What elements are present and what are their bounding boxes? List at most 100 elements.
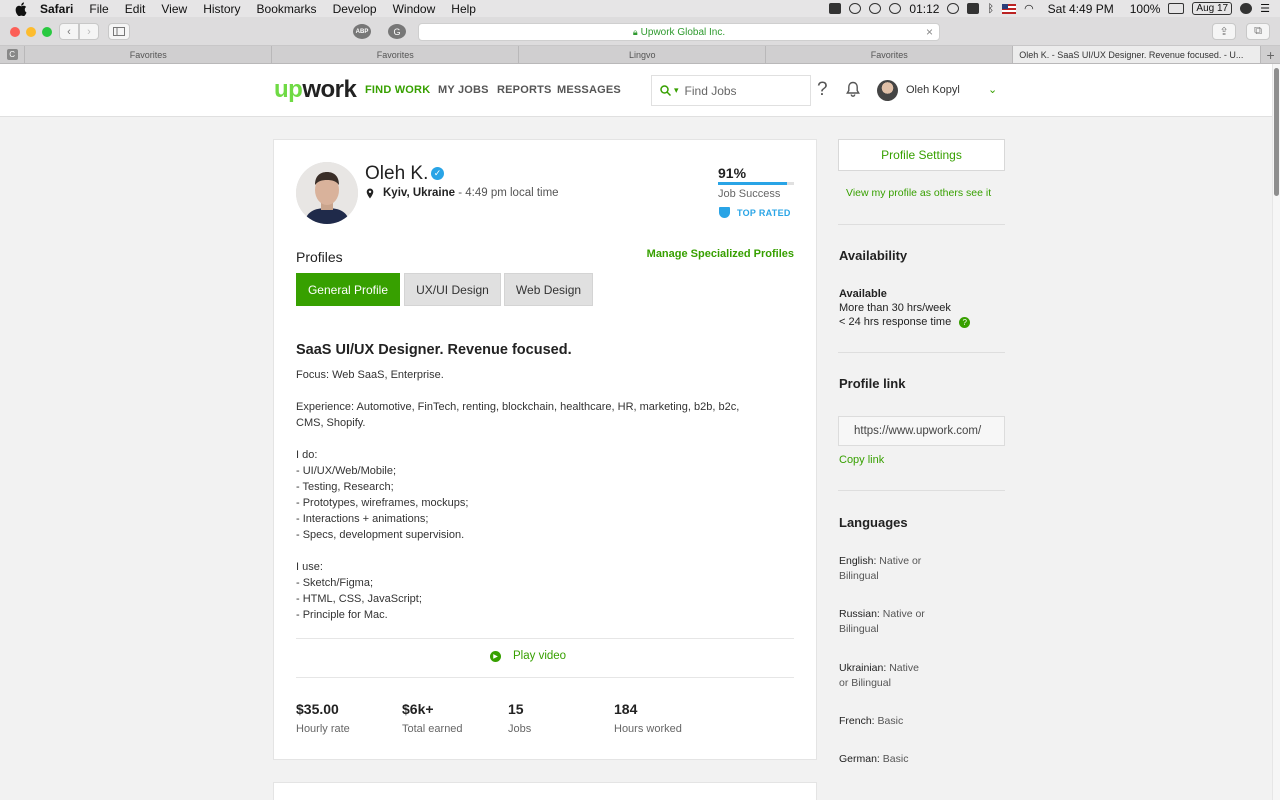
- chevron-left-icon: ‹: [67, 25, 71, 38]
- menu-app-safari[interactable]: Safari: [40, 2, 73, 16]
- page-scrollbar[interactable]: [1272, 64, 1280, 800]
- profile-settings-button[interactable]: Profile Settings: [838, 139, 1005, 171]
- manage-specialized-profiles-link[interactable]: Manage Specialized Profiles: [647, 248, 794, 260]
- play-video-button[interactable]: ▶ Play video: [490, 650, 566, 662]
- stat-total-earned: $6k+ Total earned: [402, 701, 463, 735]
- zoom-window-button[interactable]: [42, 27, 52, 37]
- input-source-flag-icon[interactable]: [1002, 3, 1017, 14]
- browser-tab-favorites[interactable]: Favorites: [25, 46, 273, 63]
- stop-loading-icon[interactable]: ×: [926, 25, 933, 39]
- language-item: Ukrainian: Native or Bilingual: [839, 662, 919, 689]
- bluetooth-icon[interactable]: ᛒ: [987, 3, 994, 15]
- availability-info: Available More than 30 hrs/week < 24 hrs…: [839, 287, 971, 329]
- play-icon: ▶: [490, 650, 501, 662]
- job-search-input[interactable]: ▾ Find Jobs: [651, 75, 811, 106]
- safari-toolbar: ‹ › ABP G 🔒︎ Upwork Global Inc. × ⇪ ⧉: [0, 17, 1280, 46]
- menu-history[interactable]: History: [203, 2, 240, 16]
- menu-window[interactable]: Window: [393, 2, 436, 16]
- job-success-label: Job Success: [718, 188, 781, 200]
- new-tab-button[interactable]: +: [1261, 46, 1280, 63]
- scrollbar-thumb[interactable]: [1274, 68, 1279, 196]
- availability-heading: Availability: [839, 248, 908, 263]
- adblock-extension-icon[interactable]: ABP: [353, 24, 371, 39]
- notification-center-icon[interactable]: ☰: [1260, 2, 1270, 15]
- share-icon: ⇪: [1219, 26, 1229, 38]
- chevron-down-icon[interactable]: ⌄: [988, 83, 997, 96]
- stat-hours-worked: 184 Hours worked: [614, 701, 682, 735]
- nav-find-work[interactable]: FIND WORK: [365, 84, 430, 96]
- calendar-icon[interactable]: [947, 3, 960, 14]
- help-icon[interactable]: ?: [817, 79, 828, 101]
- tab-general-profile[interactable]: General Profile: [296, 273, 400, 306]
- description-gap: [296, 543, 786, 559]
- menu-file[interactable]: File: [89, 2, 108, 16]
- location-pin-icon: [366, 188, 374, 199]
- wifi-icon[interactable]: ◠: [1024, 2, 1034, 15]
- menubar-datetime[interactable]: Sat 4:49 PM: [1048, 2, 1114, 16]
- stat-jobs: 15 Jobs: [508, 701, 531, 735]
- browser-tab-lingvo[interactable]: Lingvo: [519, 46, 767, 63]
- description-line: - Prototypes, wireframes, mockups;: [296, 497, 469, 509]
- menu-edit[interactable]: Edit: [125, 2, 146, 16]
- chevron-down-icon[interactable]: ▾: [674, 85, 679, 96]
- nav-messages[interactable]: MESSAGES: [557, 84, 621, 96]
- tab-web-design[interactable]: Web Design: [504, 273, 593, 306]
- menu-view[interactable]: View: [161, 2, 187, 16]
- profile-local-time: - 4:49 pm local time: [458, 187, 559, 199]
- close-window-button[interactable]: [10, 27, 20, 37]
- copy-link-button[interactable]: Copy link: [839, 454, 884, 466]
- dropbox-icon[interactable]: [829, 3, 842, 14]
- minimize-window-button[interactable]: [26, 27, 36, 37]
- browser-tab-favorites[interactable]: Favorites: [766, 46, 1014, 63]
- top-rated-label: TOP RATED: [737, 208, 791, 218]
- nav-my-jobs[interactable]: MY JOBS: [438, 84, 489, 96]
- back-button[interactable]: ‹: [59, 23, 79, 40]
- help-icon[interactable]: ?: [959, 317, 971, 328]
- date-badge[interactable]: Aug 17: [1192, 2, 1233, 15]
- language-item: French: Basic: [839, 715, 904, 727]
- status-area: 01:12 ᛒ ◠ Sat 4:49 PM 100% Aug 17 ☰: [829, 0, 1270, 17]
- response-time: < 24 hrs response time: [839, 316, 952, 328]
- paperclip-icon[interactable]: [889, 3, 902, 14]
- sidebar-toggle-button[interactable]: [108, 23, 130, 40]
- availability-status: Available: [839, 288, 887, 300]
- skype-icon[interactable]: [869, 3, 882, 14]
- siri-icon[interactable]: [1240, 3, 1253, 14]
- forward-button[interactable]: ›: [79, 23, 99, 40]
- search-icon: [660, 85, 671, 96]
- browser-tab-active[interactable]: Oleh K. - SaaS UI/UX Designer. Revenue f…: [1013, 46, 1262, 63]
- telegram-icon[interactable]: [849, 3, 862, 14]
- sidebar-divider: [838, 352, 1005, 353]
- upwork-logo[interactable]: upwork: [274, 76, 357, 104]
- user-name[interactable]: Oleh Kopyl: [906, 84, 960, 96]
- language-item: German: Basic: [839, 753, 909, 765]
- grammarly-extension-icon[interactable]: G: [388, 24, 406, 39]
- address-text: Upwork Global Inc.: [640, 26, 726, 38]
- address-bar[interactable]: 🔒︎ Upwork Global Inc. ×: [418, 23, 940, 41]
- language-item: Russian: Native or Bilingual: [839, 608, 925, 635]
- view-profile-as-others-link[interactable]: View my profile as others see it: [846, 187, 991, 199]
- sidebar-divider: [838, 224, 1005, 225]
- user-avatar[interactable]: [877, 80, 898, 101]
- menu-develop[interactable]: Develop: [333, 2, 377, 16]
- languages-heading: Languages: [839, 515, 908, 530]
- battery-icon[interactable]: [1168, 3, 1185, 14]
- battery-percent[interactable]: 100%: [1130, 2, 1161, 16]
- browser-tab-favorites[interactable]: Favorites: [272, 46, 520, 63]
- description-line: - UI/UX/Web/Mobile;: [296, 465, 397, 477]
- stat-hourly-rate: $35.00 Hourly rate: [296, 701, 350, 735]
- profile-card: Oleh K. ✓ Kyiv, Ukraine - 4:49 pm local …: [273, 139, 817, 760]
- airdrop-icon[interactable]: [967, 3, 980, 14]
- bell-icon[interactable]: [846, 81, 860, 97]
- menu-help[interactable]: Help: [451, 2, 476, 16]
- pinned-tab[interactable]: C: [0, 46, 26, 63]
- nav-reports[interactable]: REPORTS: [497, 84, 552, 96]
- tab-ux-ui-design[interactable]: UX/UI Design: [404, 273, 501, 306]
- profile-url-field[interactable]: https://www.upwork.com/: [838, 416, 1005, 446]
- description-line: CMS, Shopify.: [296, 417, 366, 429]
- apple-menu-icon[interactable]: [14, 1, 28, 16]
- menu-bookmarks[interactable]: Bookmarks: [257, 2, 317, 16]
- share-button[interactable]: ⇪: [1212, 23, 1236, 40]
- availability-hours: More than 30 hrs/week: [839, 302, 951, 314]
- show-tabs-button[interactable]: ⧉: [1246, 23, 1270, 40]
